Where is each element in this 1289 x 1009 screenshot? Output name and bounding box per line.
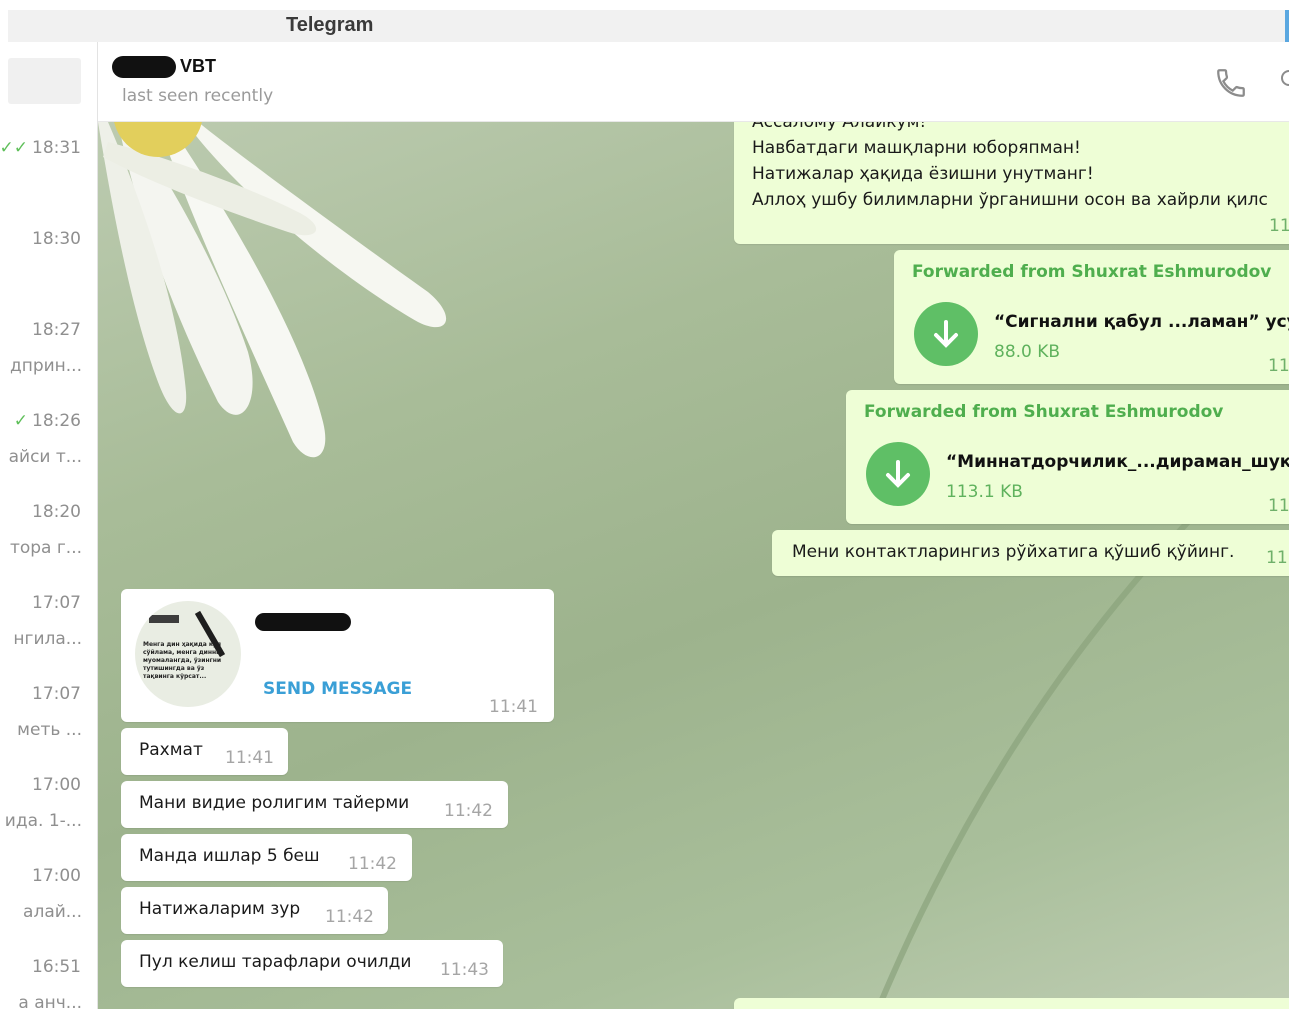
chat-preview: нгила... bbox=[13, 629, 82, 649]
chat-preview: а анч... bbox=[18, 993, 82, 1009]
sent-check-icon: ✓ bbox=[13, 411, 28, 431]
chat-preview: алай... bbox=[23, 902, 82, 922]
contact-card-message[interactable]: Менга дин ҳақида кўп сўйлама, менга динн… bbox=[121, 589, 554, 722]
chat-list-item[interactable]: ✓✓ 18:31 bbox=[0, 138, 98, 229]
chat-preview: айси т... bbox=[8, 447, 82, 467]
message-time: 11:41 bbox=[225, 748, 274, 768]
chat-time: 18:30 bbox=[32, 229, 81, 249]
chat-list-item[interactable]: ✓ 18:26 айси т... bbox=[0, 411, 98, 502]
incoming-message[interactable]: Мани видие ролигим тайерми 11:42 bbox=[121, 781, 508, 828]
message-line: Ассалому Алайкум! bbox=[752, 122, 927, 132]
chat-header: VBT last seen recently bbox=[98, 42, 1289, 122]
incoming-message[interactable]: Рахмат 11:41 bbox=[121, 728, 288, 775]
message-line: Натижалар ҳақида ёзишни унутманг! bbox=[752, 164, 1094, 184]
chat-list-item[interactable]: 18:20 тора г... bbox=[0, 502, 98, 593]
message-line: Аллоҳ ушбу билимларни ўрганишни осон ва … bbox=[752, 190, 1268, 210]
file-size: 88.0 KB bbox=[994, 342, 1061, 362]
send-message-button[interactable]: SEND MESSAGE bbox=[263, 679, 412, 699]
incoming-message[interactable]: Пул келиш тарафлари очилди 11:43 bbox=[121, 940, 503, 987]
chat-time: 17:00 bbox=[32, 775, 81, 795]
outgoing-message[interactable]: Ассалому Алайкум! Навбатдаги машқларни ю… bbox=[734, 122, 1289, 244]
phone-icon[interactable] bbox=[1214, 66, 1248, 100]
chat-list-item[interactable]: 17:07 меть ... bbox=[0, 684, 98, 775]
message-text: Мани видие ролигим тайерми bbox=[139, 793, 410, 813]
incoming-message[interactable]: Натижаларим зур 11:42 bbox=[121, 887, 388, 934]
message-text: Мени контактларингиз рўйхатига қўшиб қўй… bbox=[792, 542, 1235, 562]
message-text: Натижаларим зур bbox=[139, 899, 301, 919]
chat-peer-status: last seen recently bbox=[122, 86, 274, 106]
message-time: 11 bbox=[1266, 548, 1288, 568]
message-time: 11 bbox=[1268, 496, 1289, 516]
message-text: Пул келиш тарафлари очилди bbox=[139, 952, 412, 972]
chat-list-item[interactable]: 18:30 bbox=[0, 229, 98, 320]
forwarded-file-message[interactable]: Forwarded from Shuxrat Eshmurodov “Сигна… bbox=[894, 250, 1289, 384]
chat-list-item[interactable]: 17:07 нгила... bbox=[0, 593, 98, 684]
message-time: 11:42 bbox=[348, 854, 397, 874]
chat-list-item[interactable]: 17:00 ида. 1-... bbox=[0, 775, 98, 866]
file-size: 113.1 KB bbox=[946, 482, 1023, 502]
search-input[interactable] bbox=[8, 58, 81, 104]
message-time: 11:41 bbox=[489, 697, 538, 717]
redacted-contact-name bbox=[255, 613, 351, 631]
chat-time: 18:20 bbox=[32, 502, 81, 522]
chat-preview: ида. 1-... bbox=[4, 811, 82, 831]
file-name: “Миннатдорчилик_...дираман_шукр bbox=[946, 452, 1289, 472]
chat-time: ✓✓ 18:31 bbox=[0, 138, 81, 158]
incoming-message[interactable]: Манда ишлар 5 беш 11:42 bbox=[121, 834, 412, 881]
chat-list-sidebar: ✓✓ 18:31 18:30 18:27 дприн... ✓ 18:26 айси… bbox=[0, 42, 98, 1009]
chat-preview: дприн... bbox=[9, 356, 82, 376]
titlebar-accent bbox=[1285, 10, 1289, 42]
download-icon[interactable] bbox=[914, 302, 978, 366]
message-time: 11:42 bbox=[325, 907, 374, 927]
chat-time: 17:07 bbox=[32, 684, 81, 704]
chat-time: 17:07 bbox=[32, 593, 81, 613]
file-name: “Сигнални қабул ...ламан” усул bbox=[994, 312, 1289, 332]
chat-time: 17:00 bbox=[32, 866, 81, 886]
message-text: Рахмат bbox=[139, 740, 203, 760]
message-time: 11 bbox=[1269, 216, 1289, 236]
chat-preview: тора г... bbox=[9, 538, 82, 558]
forwarded-from-label[interactable]: Forwarded from Shuxrat Eshmurodov bbox=[912, 262, 1271, 282]
outgoing-message[interactable] bbox=[734, 998, 1289, 1009]
chat-list-item[interactable]: 16:51 а анч... bbox=[0, 957, 98, 1009]
chat-preview: меть ... bbox=[17, 720, 82, 740]
chat-list-item[interactable]: 17:00 алай... bbox=[0, 866, 98, 957]
chat-list-item[interactable]: 18:27 дприн... bbox=[0, 320, 98, 411]
message-time: 11:42 bbox=[444, 801, 493, 821]
message-text: Манда ишлар 5 беш bbox=[139, 846, 320, 866]
chat-time: ✓ 18:26 bbox=[13, 411, 81, 431]
forwarded-file-message[interactable]: Forwarded from Shuxrat Eshmurodov “Минна… bbox=[846, 390, 1289, 524]
chat-peer-name[interactable]: VBT bbox=[180, 56, 216, 77]
outgoing-message[interactable]: Мени контактларингиз рўйхатига қўшиб қўй… bbox=[772, 530, 1289, 576]
window-titlebar: Telegram bbox=[8, 10, 1289, 42]
message-time: 11 bbox=[1268, 356, 1289, 376]
search-icon[interactable] bbox=[1278, 66, 1289, 96]
redacted-name bbox=[112, 56, 176, 78]
contact-avatar[interactable]: Менга дин ҳақида кўп сўйлама, менга динн… bbox=[135, 601, 241, 707]
chat-time: 18:27 bbox=[32, 320, 81, 340]
chat-history[interactable]: Ассалому Алайкум! Навбатдаги машқларни ю… bbox=[98, 122, 1289, 1009]
message-line: Навбатдаги машқларни юборяпман! bbox=[752, 138, 1081, 158]
window-title: Telegram bbox=[286, 14, 374, 36]
forwarded-from-label[interactable]: Forwarded from Shuxrat Eshmurodov bbox=[864, 402, 1223, 422]
chat-time: 16:51 bbox=[32, 957, 81, 977]
read-check-icon: ✓✓ bbox=[0, 138, 28, 158]
message-time: 11:43 bbox=[440, 960, 489, 980]
download-icon[interactable] bbox=[866, 442, 930, 506]
